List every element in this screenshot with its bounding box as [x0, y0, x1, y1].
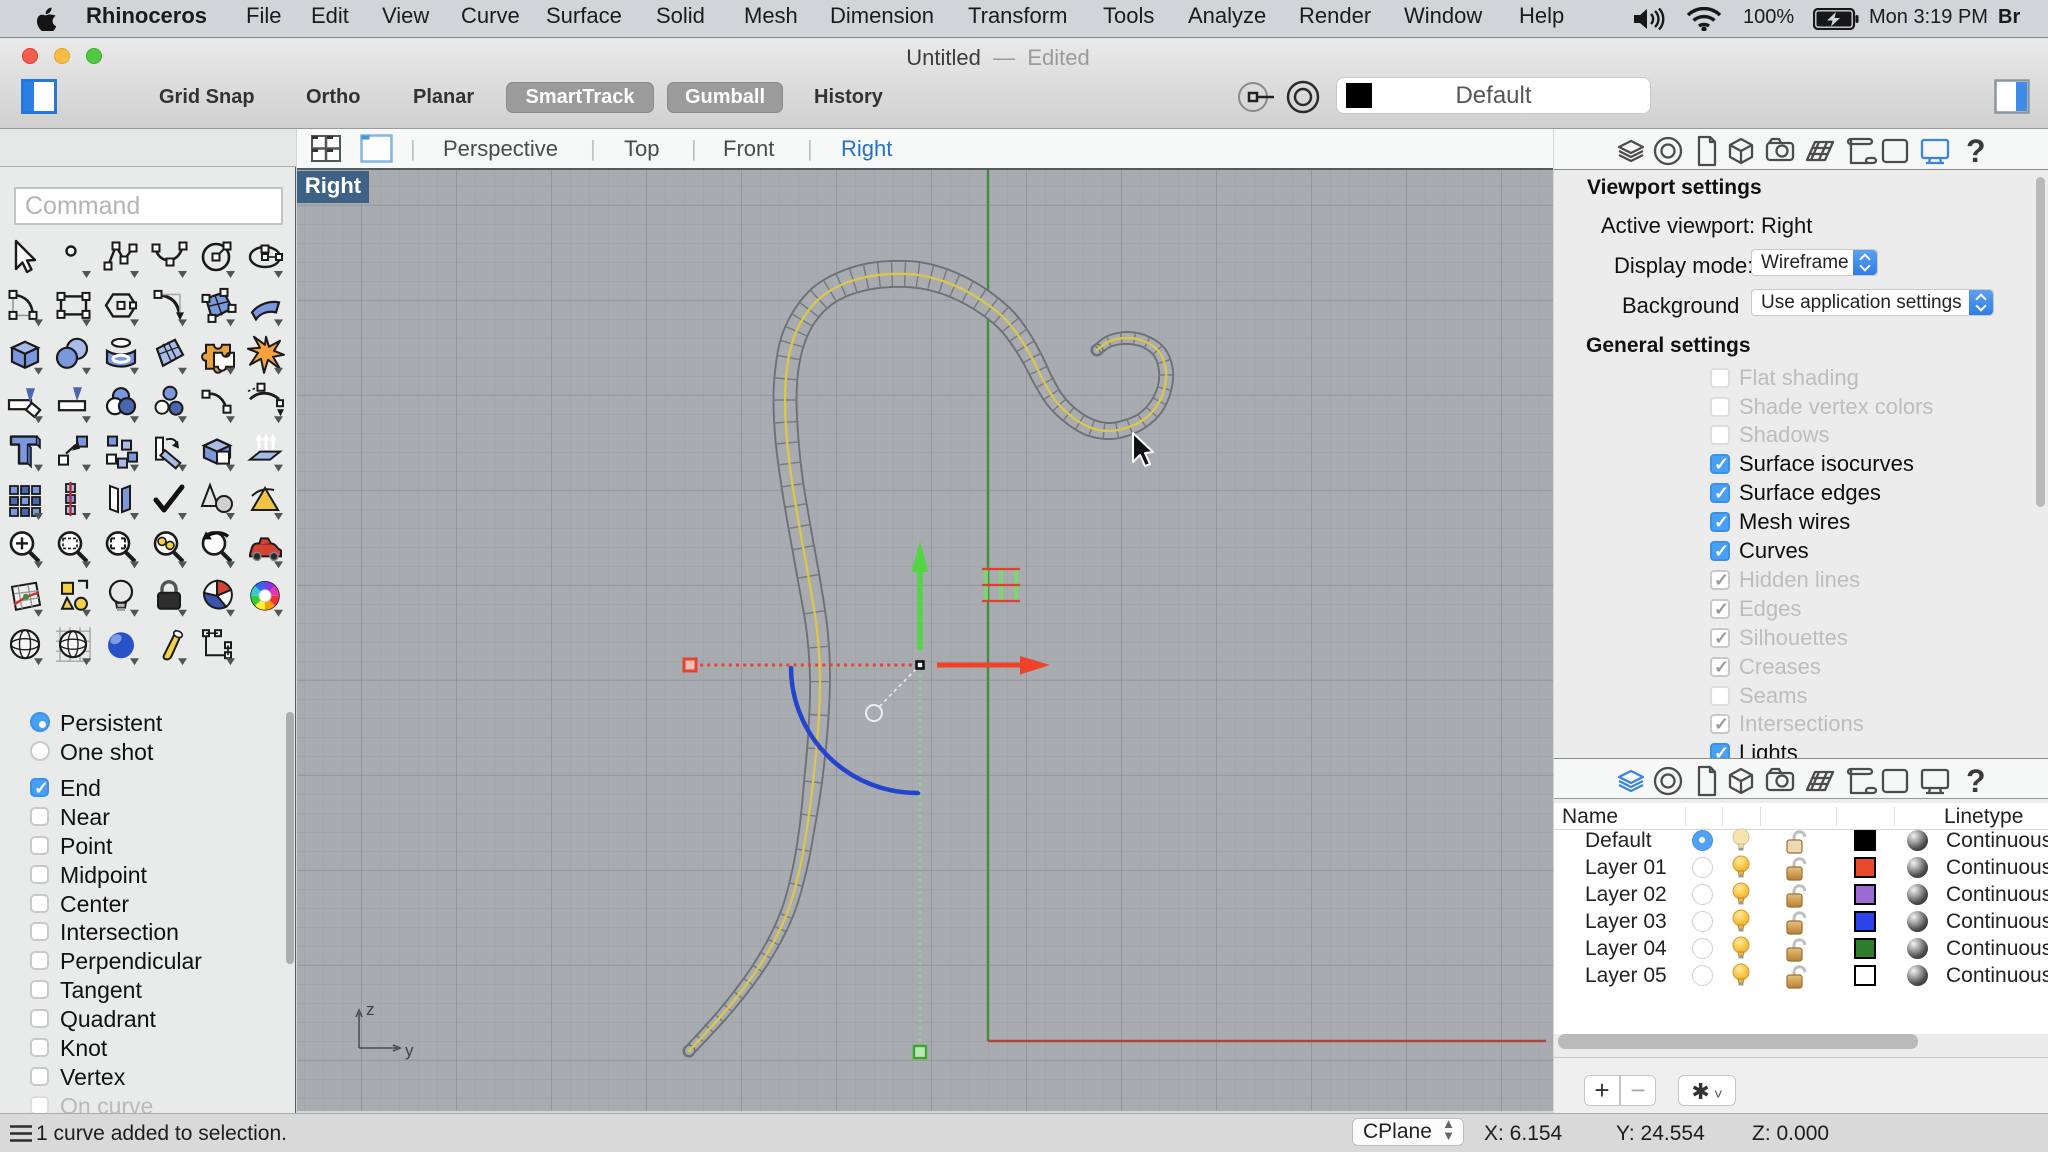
- svg-text:?: ?: [1966, 133, 1986, 169]
- svg-text:y: y: [405, 1041, 414, 1060]
- svg-text:z: z: [366, 1000, 375, 1019]
- svg-text:?: ?: [1966, 763, 1986, 799]
